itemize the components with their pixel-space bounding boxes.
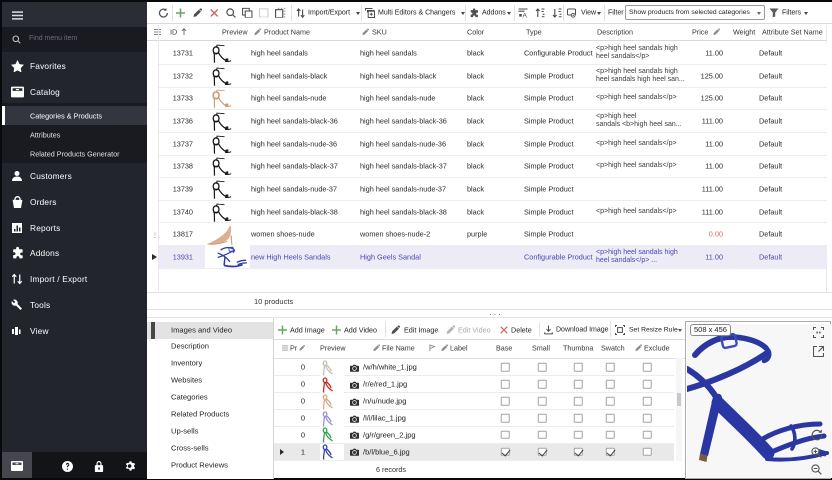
svg-text:A: A [523, 12, 528, 17]
